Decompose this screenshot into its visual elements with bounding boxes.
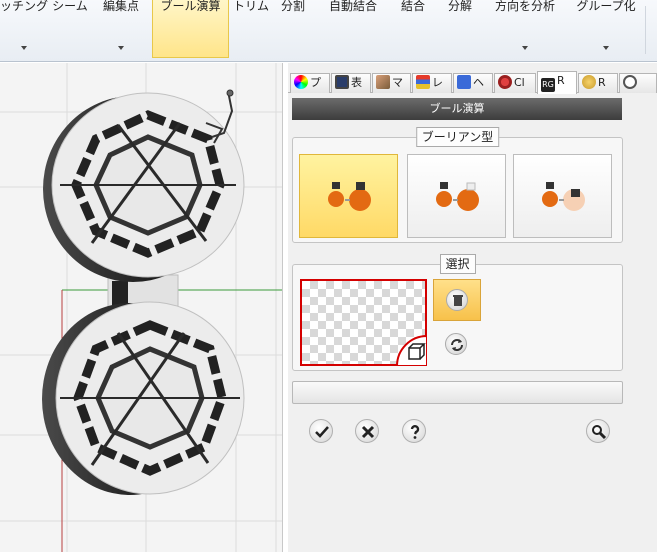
app-window: ッチング シーム 編集点 ブール演算 トリム 分割 自動結合 結合 分解 方向を…	[0, 0, 657, 552]
ribbon-tab-seam[interactable]: シーム	[50, 0, 90, 58]
rg-icon: RG	[541, 78, 555, 92]
progress-bar	[292, 381, 623, 404]
ribbon-tab-label: 結合	[400, 0, 425, 13]
boolean-difference-button[interactable]	[407, 154, 506, 238]
trash-icon	[446, 289, 468, 311]
ribbon-tab-label: シーム	[52, 0, 88, 13]
ribbon-tab-explode[interactable]: 分解	[437, 0, 483, 58]
monitor-icon	[335, 75, 349, 89]
clip-icon	[498, 75, 512, 89]
check-icon	[315, 426, 329, 438]
tab-label: マ	[392, 76, 403, 89]
3d-viewport[interactable]	[0, 63, 283, 552]
ribbon-tab-label: ブール演算	[160, 0, 221, 13]
tab-help[interactable]: ヘ	[453, 73, 493, 93]
panel-tab-strip: プ 表 マ レ ヘ Cl RG R R	[288, 71, 657, 94]
ribbon-tab-label: 方向を分析	[494, 0, 555, 13]
ribbon-tab-label: トリム	[232, 0, 269, 13]
material-icon	[376, 75, 390, 89]
tab-rg[interactable]: RG R	[537, 71, 577, 94]
cancel-button[interactable]	[355, 419, 379, 443]
clock-icon	[623, 75, 637, 89]
viewport-canvas[interactable]	[0, 63, 283, 552]
tab-label: ヘ	[473, 76, 484, 89]
boolean-type-label: ブーリアン型	[415, 127, 500, 147]
boolean-difference-icon	[436, 182, 479, 211]
panel-title: ブール演算	[292, 98, 622, 120]
magnifier-icon	[592, 425, 607, 440]
question-icon	[410, 424, 420, 439]
boolean-intersection-button[interactable]	[513, 154, 612, 238]
tab-label: 表	[351, 76, 362, 89]
color-wheel-icon	[294, 75, 308, 89]
ribbon-tab-boolean[interactable]: ブール演算	[152, 0, 229, 58]
ribbon-tab-label: 自動結合	[328, 0, 377, 13]
ribbon-tab-join[interactable]: 結合	[393, 0, 433, 58]
ribbon-tab-label: 分解	[447, 0, 472, 13]
ribbon-tab-label: グループ化	[576, 0, 636, 13]
help-button[interactable]	[402, 419, 426, 443]
refresh-icon[interactable]	[445, 333, 467, 355]
tab-history[interactable]	[619, 73, 657, 93]
properties-panel: プ 表 マ レ ヘ Cl RG R R ブール演算 ブーリアン型 選択	[288, 63, 657, 552]
zoom-button[interactable]	[586, 419, 610, 443]
tab-material[interactable]: マ	[372, 73, 411, 93]
ribbon-tab-matching[interactable]: ッチング	[0, 0, 48, 58]
tab-render[interactable]: R	[578, 73, 618, 93]
tab-label: プ	[310, 76, 321, 89]
ribbon-tab-label: ッチング	[0, 0, 49, 13]
ok-button[interactable]	[309, 419, 333, 443]
ribbon-separator	[645, 6, 646, 54]
close-icon	[361, 425, 375, 439]
ribbon-tab-analyze-direction[interactable]: 方向を分析	[486, 0, 564, 58]
tab-label: R	[598, 76, 606, 89]
tab-label: Cl	[514, 76, 525, 89]
chevron-down-icon[interactable]	[603, 46, 609, 50]
ribbon-tab-split[interactable]: 分割	[273, 0, 313, 58]
ribbon-tab-label: 編集点	[102, 0, 139, 13]
chevron-down-icon[interactable]	[21, 46, 27, 50]
tab-properties[interactable]: プ	[290, 73, 330, 93]
ribbon-tab-edit-points[interactable]: 編集点	[92, 0, 150, 58]
tab-display[interactable]: 表	[331, 73, 371, 93]
render-icon	[582, 75, 596, 89]
chevron-down-icon[interactable]	[522, 46, 528, 50]
tab-label: R	[557, 74, 565, 87]
clear-selection-button[interactable]	[433, 279, 481, 321]
ribbon-tab-group[interactable]: グループ化	[570, 0, 642, 58]
tab-layer[interactable]: レ	[412, 73, 452, 93]
tab-clipping[interactable]: Cl	[494, 73, 536, 93]
chevron-down-icon[interactable]	[118, 46, 124, 50]
boolean-union-icon	[328, 182, 371, 211]
selection-label: 選択	[439, 254, 476, 274]
jewelry-model[interactable]	[42, 92, 245, 495]
ribbon-tab-trim[interactable]: トリム	[231, 0, 271, 58]
help-icon	[457, 75, 471, 89]
layer-icon	[416, 75, 430, 89]
boolean-type-group: ブーリアン型	[292, 127, 623, 243]
select-object-icon[interactable]	[395, 334, 427, 366]
selection-group: 選択	[292, 254, 623, 371]
tab-label: レ	[432, 76, 443, 89]
ribbon-tab-label: 分割	[280, 0, 305, 13]
boolean-union-button[interactable]	[299, 154, 398, 238]
boolean-intersection-icon	[542, 182, 585, 211]
ribbon-tab-auto-join[interactable]: 自動結合	[316, 0, 390, 58]
ribbon-toolbar: ッチング シーム 編集点 ブール演算 トリム 分割 自動結合 結合 分解 方向を…	[0, 0, 657, 62]
selection-preview[interactable]	[300, 279, 427, 366]
